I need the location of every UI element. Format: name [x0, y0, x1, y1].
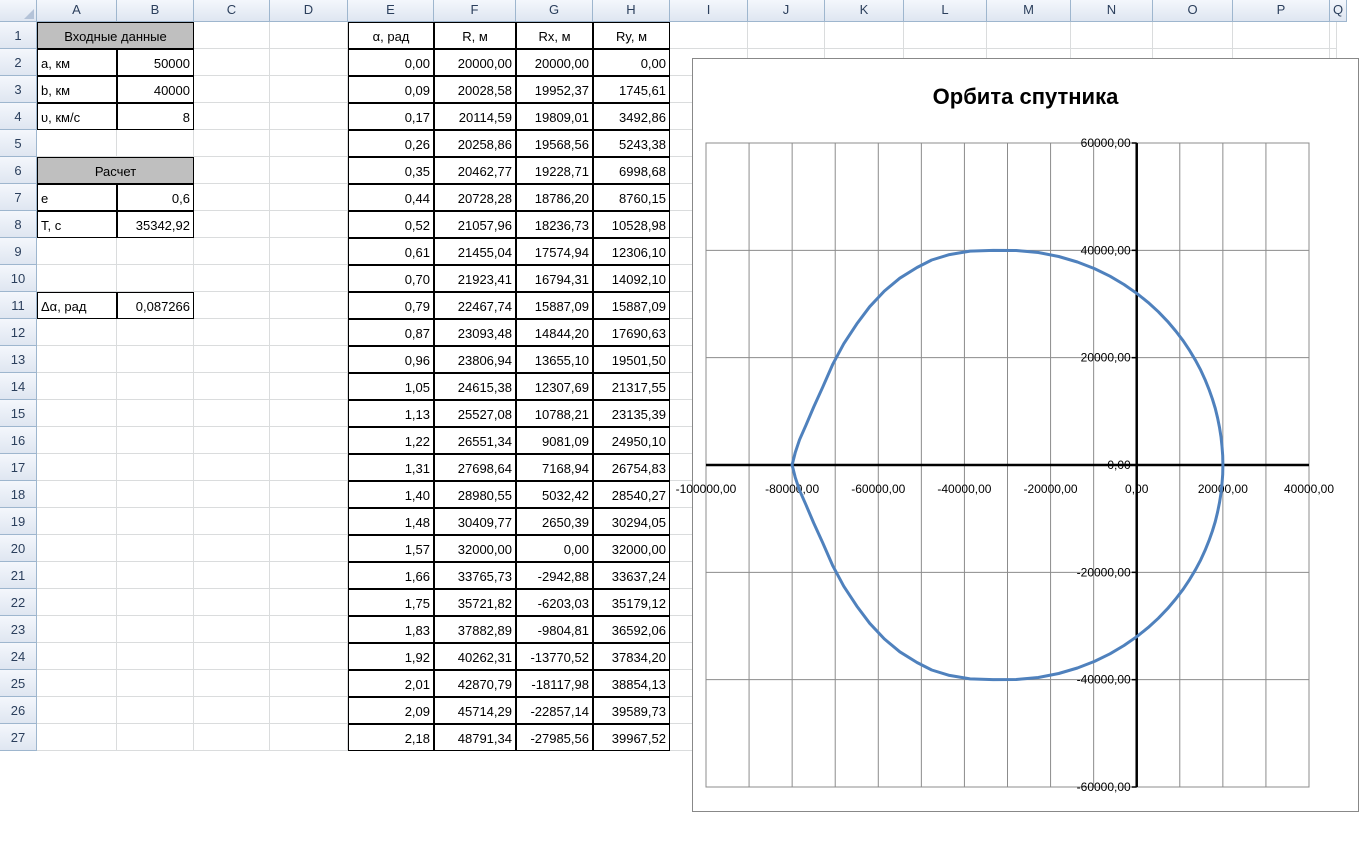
y-tick-label: 0,00: [1107, 458, 1131, 472]
x-tick-label: -20000,00: [1024, 482, 1078, 496]
x-tick-label: -80000,00: [765, 482, 819, 496]
y-tick-label: 40000,00: [1081, 243, 1131, 257]
x-tick-label: 0,00: [1125, 482, 1149, 496]
y-tick-label: 20000,00: [1081, 351, 1131, 365]
x-tick-label: -100000,00: [676, 482, 737, 496]
y-tick-label: -60000,00: [1077, 780, 1131, 794]
orbit-chart: -60000,00 -40000,00 -20000,00 0,00 20000,00 4…: [676, 136, 1335, 794]
x-tick-label: -60000,00: [851, 482, 905, 496]
x-tick-label: -40000,00: [937, 482, 991, 496]
y-tick-label: -20000,00: [1077, 565, 1131, 579]
y-tick-label: 60000,00: [1081, 136, 1131, 150]
x-tick-label: 40000,00: [1284, 482, 1334, 496]
y-tick-label: -40000,00: [1077, 673, 1131, 687]
